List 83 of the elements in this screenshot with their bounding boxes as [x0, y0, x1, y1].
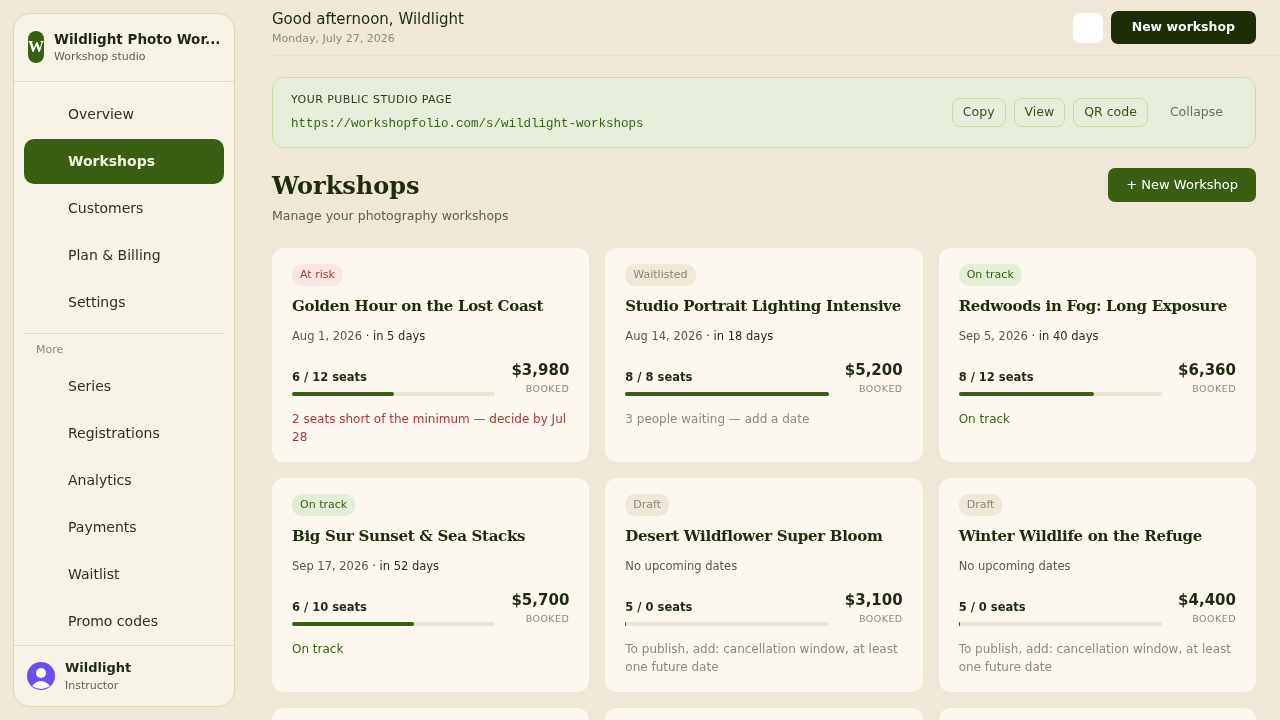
status-badge: At risk	[292, 263, 343, 287]
action-button[interactable]: QR code	[1073, 98, 1148, 127]
booked-label: BOOKED	[857, 381, 903, 396]
current-date: Monday, July 27, 2026	[272, 30, 396, 47]
workshop-title[interactable]: Winter Wildlife on the Refuge	[958, 525, 1236, 548]
status-badge: Draft	[625, 493, 670, 517]
seat-count: 5 / 0 seats	[958, 598, 1027, 616]
booked-amount: $5,700	[511, 590, 570, 612]
action-button[interactable]: Copy	[951, 98, 1006, 127]
studio-logo: W	[28, 31, 44, 64]
booked-amount: $4,400	[1178, 590, 1236, 612]
workshop-card[interactable]: Draft Winter Wildlife on the Refuge No upcoming dates 5 / 0 seats $4,400 BOOKED To publish, add: cancellation window, at least one future date	[938, 477, 1256, 692]
workshop-date: No upcoming dates	[625, 558, 738, 573]
booked-label: BOOKED	[524, 611, 570, 626]
days-until: · in 40 days	[1031, 328, 1099, 343]
workshop-card[interactable]: On track Big Sur Sunset & Sea Stacks Sep 17, 2026 · in 52 days 6 / 10 seats $5,700 BOOKED On track	[272, 477, 590, 692]
status-badge: On track	[292, 493, 356, 517]
workshop-title[interactable]: Studio Portrait Lighting Intensive	[625, 295, 903, 318]
workshop-date: Sep 17, 2026	[292, 558, 369, 573]
status-badge: On track	[958, 263, 1022, 287]
status-note: To publish, add: cancellation window, at least one future date	[958, 640, 1232, 676]
sidebar-item[interactable]: Customers	[24, 185, 224, 231]
seat-count: 8 / 12 seats	[958, 368, 1035, 386]
action-button[interactable]: View	[1013, 98, 1066, 127]
status-badge: Draft	[958, 493, 1003, 517]
sidebar-item[interactable]: Settings	[24, 279, 224, 325]
booked-amount: $3,980	[511, 360, 570, 382]
page-title: Workshops	[272, 172, 421, 202]
workshop-title[interactable]: Big Sur Sunset & Sea Stacks	[292, 525, 570, 548]
studio-subtitle: Workshop studio	[54, 49, 147, 66]
booked-label: BOOKED	[524, 381, 570, 396]
workshop-date: No upcoming dates	[958, 558, 1071, 573]
workshop-date: Sep 5, 2026	[958, 328, 1028, 343]
section-label: YOUR PUBLIC STUDIO PAGE	[291, 92, 454, 108]
status-note: 2 seats short of the minimum — decide by Jul 28	[292, 410, 568, 446]
workshop-card[interactable]: At risk Golden Hour on the Lost Coast Aug 1, 2026 · in 5 days 6 / 12 seats $3,980 BOOKED 2 seats short of the minimum — decide by Jul 28	[272, 247, 590, 462]
new-workshop-button[interactable]: New workshop	[1110, 11, 1256, 44]
booked-label: BOOKED	[1191, 611, 1236, 626]
seat-count: 6 / 12 seats	[292, 368, 368, 386]
sidebar-item[interactable]: Registrations	[24, 411, 224, 457]
sidebar-item[interactable]: Promo codes	[24, 599, 224, 645]
workshop-card[interactable]: Waitlisted Studio Portrait Lighting Intensive Aug 14, 2026 · in 18 days 8 / 8 seats $5,200 BOOKED 3 people waiting — add a date	[605, 247, 923, 462]
days-until: · in 18 days	[706, 328, 774, 343]
booked-amount: $6,360	[1178, 360, 1236, 382]
sidebar-item[interactable]: Waitlist	[24, 552, 224, 598]
workshop-title[interactable]: Desert Wildflower Super Bloom	[625, 525, 903, 548]
sidebar-item[interactable]: Workshops	[24, 138, 224, 184]
workshop-title[interactable]: Redwoods in Fog: Long Exposure	[958, 295, 1236, 318]
seat-count: 6 / 10 seats	[292, 598, 368, 616]
days-until: · in 5 days	[365, 328, 426, 343]
booked-amount: $3,100	[844, 590, 903, 612]
status-note: 3 people waiting — add a date	[625, 410, 811, 428]
section-label: More	[24, 332, 224, 363]
user-role: Instructor	[65, 677, 120, 694]
greeting: Good afternoon, Wildlight	[272, 9, 464, 30]
status-note: To publish, add: cancellation window, at least one future date	[625, 640, 899, 676]
status-badge: Waitlisted	[625, 263, 696, 287]
new-workshop-button[interactable]: + New Workshop	[1108, 168, 1256, 202]
workshop-card[interactable]: Draft Desert Wildflower Super Bloom No upcoming dates 5 / 0 seats $3,100 BOOKED To publish, add: cancellation window, at least one future date	[605, 477, 923, 692]
sidebar-item[interactable]: Overview	[24, 91, 224, 137]
seat-count: 5 / 0 seats	[625, 598, 694, 616]
workshop-title[interactable]: Golden Hour on the Lost Coast	[292, 295, 570, 318]
seat-count: 8 / 8 seats	[625, 368, 694, 386]
page-subtitle: Manage your photography workshops	[272, 207, 509, 226]
sidebar-item[interactable]: Series	[24, 364, 224, 410]
days-until: · in 52 days	[372, 558, 440, 573]
studio-url: https://workshopfolio.com/s/wildlight-workshops	[291, 115, 644, 133]
status-note: On track	[292, 640, 345, 658]
studio-name: Wildlight Photo Wor...	[54, 30, 221, 49]
workshop-date: Aug 14, 2026	[625, 328, 703, 343]
sidebar-item[interactable]: Payments	[24, 505, 224, 551]
blank-button[interactable]	[1072, 12, 1103, 43]
status-note: On track	[958, 410, 1012, 428]
sidebar-item[interactable]: Plan & Billing	[24, 232, 224, 278]
workshop-date: Aug 1, 2026	[292, 328, 362, 343]
booked-amount: $5,200	[844, 360, 903, 382]
booked-label: BOOKED	[1191, 381, 1236, 396]
booked-label: BOOKED	[857, 611, 903, 626]
sidebar-item[interactable]: Analytics	[24, 458, 224, 504]
collapse-link[interactable]: Collapse	[1155, 99, 1237, 126]
workshop-card[interactable]: On track Redwoods in Fog: Long Exposure Sep 5, 2026 · in 40 days 8 / 12 seats $6,360 BOOKED On track	[938, 247, 1256, 462]
avatar-icon[interactable]	[27, 662, 55, 690]
user-name: Wildlight	[65, 659, 132, 677]
